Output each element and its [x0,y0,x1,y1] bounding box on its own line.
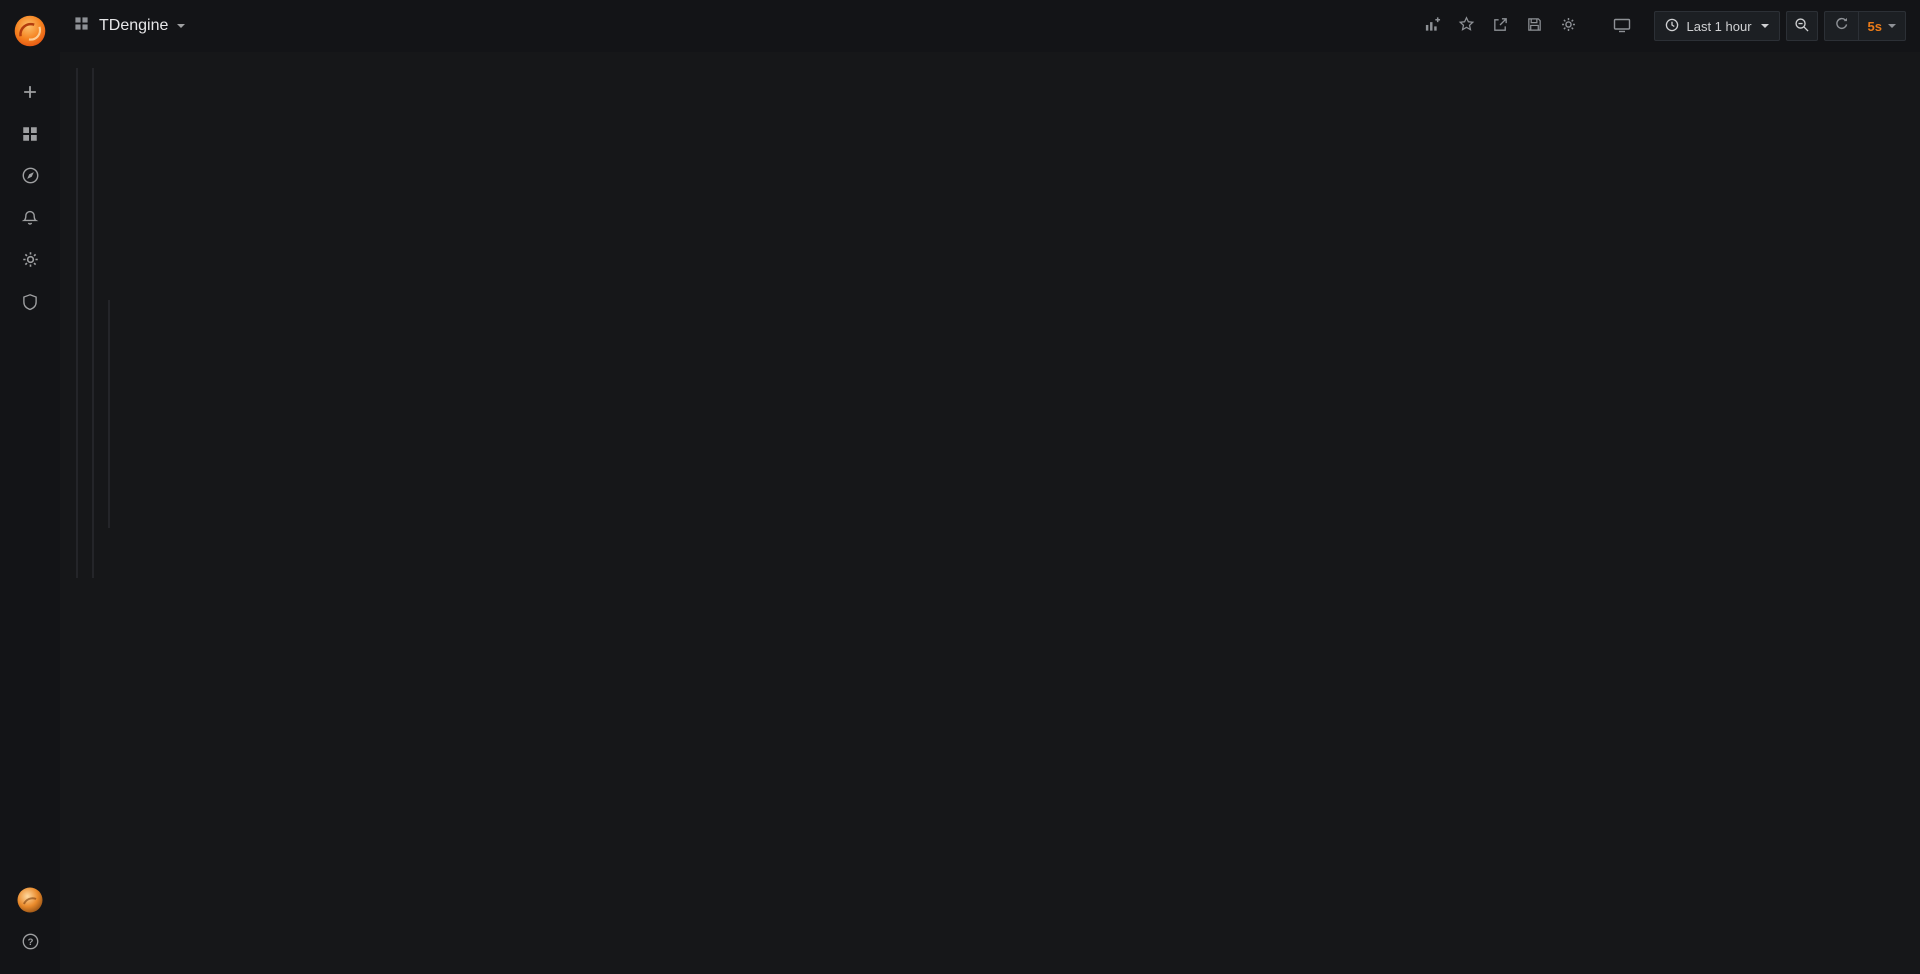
sidebar-item-server-admin[interactable] [0,282,60,324]
sidebar-item-dashboards[interactable] [0,114,60,156]
zoom-out-button[interactable] [1786,11,1818,41]
refresh-interval-label: 5s [1868,19,1882,34]
tv-icon [1613,16,1631,37]
save-button[interactable] [1520,12,1548,40]
grafana-logo[interactable] [11,12,49,50]
bell-icon [21,209,39,230]
dashboard-title[interactable]: TDengine [99,17,168,35]
sidebar-item-explore[interactable] [0,156,60,198]
share-button[interactable] [1486,12,1514,40]
svg-text:?: ? [27,937,33,948]
avg-disk-used-legend: 10.0.2.15 [93,555,94,577]
chevron-down-icon[interactable] [177,24,185,28]
add-panel-button[interactable] [1418,12,1446,40]
cpu-system-legend: cpu_system11 cpu_taosd [77,555,78,577]
star-button[interactable] [1452,12,1480,40]
sidebar-item-alerting[interactable] [0,198,60,240]
zoom-out-icon [1794,17,1809,35]
stat-value: 1853 [76,131,78,189]
sidebar-item-help[interactable]: ? [0,922,60,964]
time-range-picker[interactable]: Last 1 hour [1654,11,1779,41]
refresh-button-group: 5s [1824,11,1906,41]
panel-req-select: i req select 1853 次数/min [76,68,78,300]
navbar: TDengine [60,0,1920,52]
help-icon: ? [21,932,40,954]
avatar [16,886,44,917]
plus-icon [21,83,39,104]
gear-icon [21,250,40,272]
panel-cpu-system: i cpu_system 0%10%20%30%40%50%60%70%80%0… [76,528,78,578]
dashboard-settings-button[interactable] [1554,12,1582,40]
stat-value: 118 [92,131,94,189]
sidebar-item-create[interactable] [0,72,60,114]
compass-icon [21,166,40,188]
chevron-down-icon [1888,24,1896,28]
panel-taosd-memory: i taosd memory 02048409633 MB [76,300,78,528]
sidebar: ? [0,0,60,974]
add-panel-icon [1424,16,1441,36]
chevron-down-icon [1761,24,1769,28]
refresh-button[interactable] [1825,12,1858,40]
time-range-label: Last 1 hour [1686,19,1751,34]
refresh-icon [1834,16,1849,36]
dashboard-grid-icon [74,16,89,36]
dashboards-icon [21,125,39,146]
shield-icon [21,293,39,314]
cycle-view-button[interactable] [1608,12,1636,40]
panel-system-memory: i system memory 043.850 GB [92,300,94,528]
share-icon [1492,16,1509,36]
refresh-interval-picker[interactable]: 5s [1858,12,1905,40]
panel-title-text: avg_disk_used [92,535,94,550]
panel-req-insert: i req insert 118 次数/min [92,68,94,300]
dashboard: i req select 1853 次数/min i req insert [60,52,92,84]
panel-avg-disk-used: i avg_disk_used 10.7660 GB10.7661 GB10.7… [92,528,94,578]
clock-icon [1665,18,1679,35]
user-avatar[interactable] [0,880,60,922]
star-icon [1458,16,1475,36]
save-icon [1526,16,1543,36]
gear-icon [1560,16,1577,36]
panel-band-speed: i band speed 049166554819241 kbps [108,300,110,528]
sidebar-item-configuration[interactable] [0,240,60,282]
